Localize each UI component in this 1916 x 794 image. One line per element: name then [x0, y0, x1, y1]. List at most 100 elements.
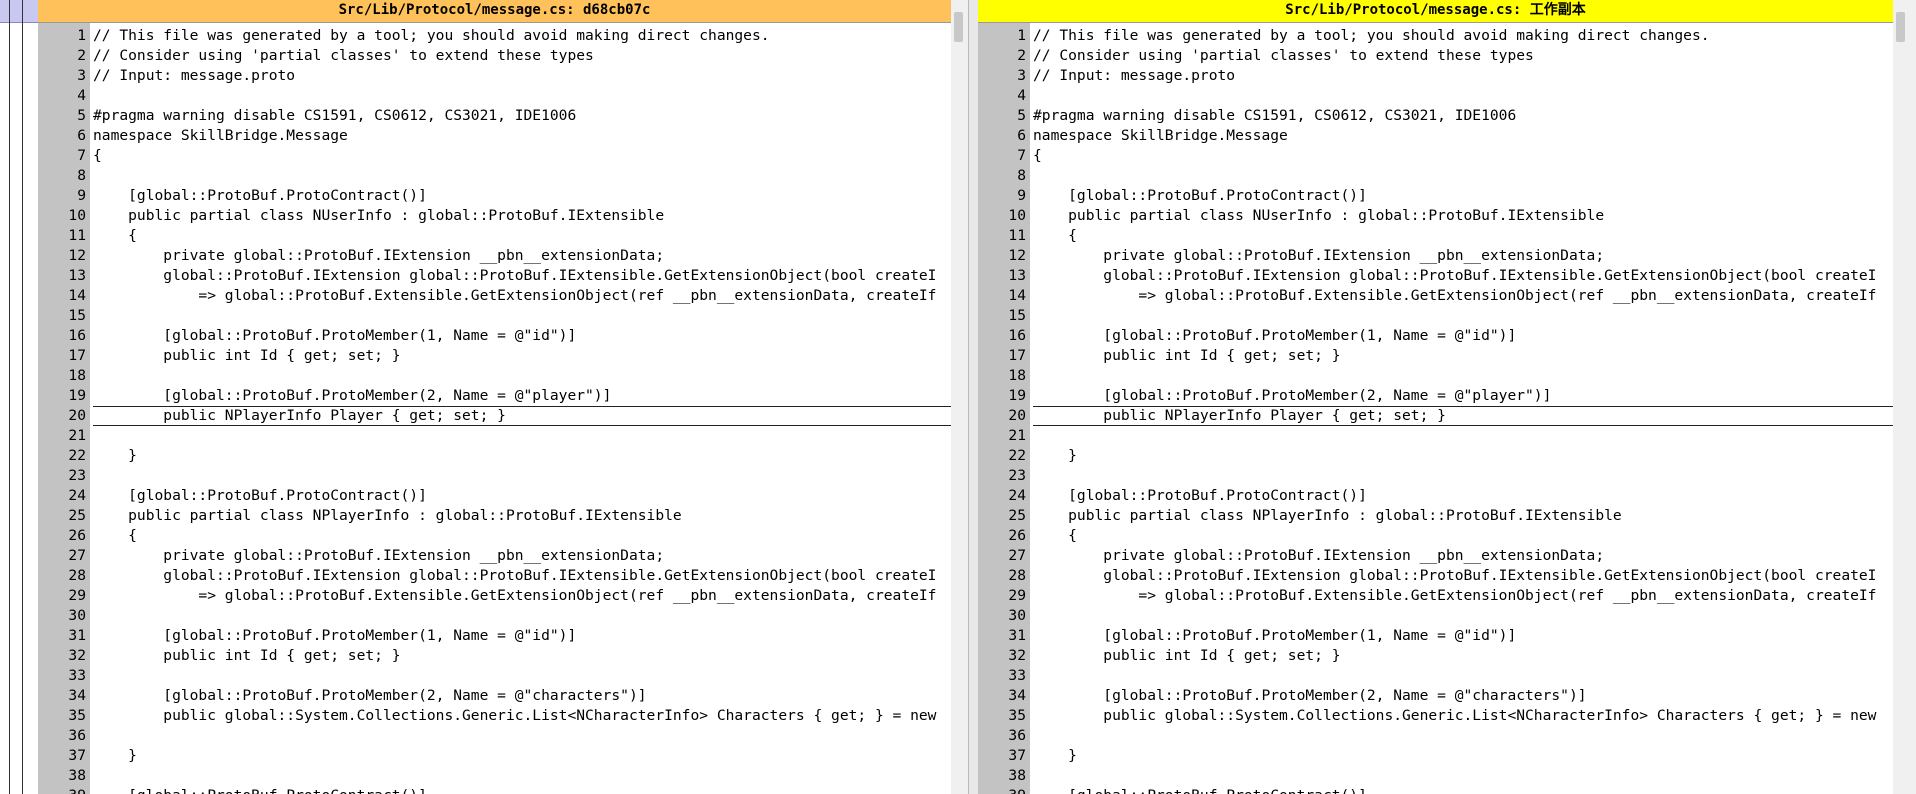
code-line[interactable]: 29 => global::ProtoBuf.Extensible.GetExt… [978, 586, 1893, 606]
code-line[interactable]: 12 private global::ProtoBuf.IExtension _… [38, 246, 951, 266]
code-line[interactable]: 13 global::ProtoBuf.IExtension global::P… [978, 266, 1893, 286]
code-line[interactable]: 2 // Consider using 'partial classes' to … [978, 46, 1893, 66]
diff-pane-working-copy[interactable]: Src/Lib/Protocol/message.cs: 工作副本 1 // Th… [978, 0, 1893, 794]
line-text[interactable]: } [1033, 446, 1077, 466]
line-text[interactable]: global::ProtoBuf.IExtension global::Prot… [1033, 566, 1876, 586]
line-text[interactable]: [global::ProtoBuf.ProtoContract()] [1033, 186, 1367, 206]
code-line[interactable]: 17 public int Id { get; set; } [38, 346, 951, 366]
code-line[interactable]: 34 [global::ProtoBuf.ProtoMember(2, Name… [978, 686, 1893, 706]
line-text[interactable]: [global::ProtoBuf.ProtoMember(1, Name = … [1033, 626, 1516, 646]
code-line[interactable]: 16 [global::ProtoBuf.ProtoMember(1, Name… [978, 326, 1893, 346]
code-line[interactable]: 35 public global::System.Collections.Gen… [38, 706, 951, 726]
code-line[interactable]: 25 public partial class NPlayerInfo : gl… [38, 506, 951, 526]
code-line[interactable]: 39 [global::ProtoBuf.ProtoContract()] [978, 786, 1893, 794]
line-text[interactable]: => global::ProtoBuf.Extensible.GetExtens… [93, 286, 936, 306]
code-line[interactable]: 1 // This file was generated by a tool; y… [38, 26, 951, 46]
code-line[interactable]: 32 public int Id { get; set; } [38, 646, 951, 666]
line-text[interactable]: public int Id { get; set; } [93, 346, 400, 366]
code-line[interactable]: 3 // Input: message.proto [978, 66, 1893, 86]
line-text[interactable]: private global::ProtoBuf.IExtension __pb… [1033, 546, 1604, 566]
line-text[interactable]: public partial class NPlayerInfo : globa… [1033, 506, 1622, 526]
code-line[interactable]: 8 [978, 166, 1893, 186]
code-line[interactable]: 29 => global::ProtoBuf.Extensible.GetExt… [38, 586, 951, 606]
line-text[interactable]: public partial class NUserInfo : global:… [93, 206, 664, 226]
line-text[interactable]: public int Id { get; set; } [1033, 646, 1340, 666]
code-line[interactable]: 15 [38, 306, 951, 326]
code-line[interactable]: 11 { [38, 226, 951, 246]
code-line[interactable]: 28 global::ProtoBuf.IExtension global::P… [978, 566, 1893, 586]
code-line[interactable]: 21 [978, 426, 1893, 446]
code-line[interactable]: 33 [978, 666, 1893, 686]
line-text[interactable]: [global::ProtoBuf.ProtoMember(2, Name = … [1033, 686, 1586, 706]
code-line[interactable]: 17 public int Id { get; set; } [978, 346, 1893, 366]
line-text[interactable]: { [1033, 146, 1042, 166]
code-line[interactable]: 32 public int Id { get; set; } [978, 646, 1893, 666]
line-text[interactable]: [global::ProtoBuf.ProtoContract()] [93, 186, 427, 206]
code-line[interactable]: 9 [global::ProtoBuf.ProtoContract()] [38, 186, 951, 206]
code-line[interactable]: 33 [38, 666, 951, 686]
line-text[interactable]: public int Id { get; set; } [1033, 346, 1340, 366]
code-line[interactable]: 38 [38, 766, 951, 786]
code-line[interactable]: 14 => global::ProtoBuf.Extensible.GetExt… [978, 286, 1893, 306]
line-text[interactable]: namespace SkillBridge.Message [93, 126, 348, 146]
vertical-scrollbar-working-copy[interactable] [1893, 0, 1916, 794]
code-line[interactable]: 16 [global::ProtoBuf.ProtoMember(1, Name… [38, 326, 951, 346]
line-text[interactable]: public int Id { get; set; } [93, 646, 400, 666]
vertical-scrollbar-base[interactable] [951, 0, 968, 794]
line-text[interactable]: public global::System.Collections.Generi… [93, 706, 936, 726]
line-text[interactable]: #pragma warning disable CS1591, CS0612, … [93, 106, 576, 126]
code-line[interactable]: 18 [978, 366, 1893, 386]
line-text[interactable]: global::ProtoBuf.IExtension global::Prot… [1033, 266, 1876, 286]
code-line[interactable]: 37 } [978, 746, 1893, 766]
line-text[interactable]: public NPlayerInfo Player { get; set; } [1033, 406, 1893, 426]
line-text[interactable]: [global::ProtoBuf.ProtoMember(2, Name = … [93, 386, 611, 406]
code-line[interactable]: 5 #pragma warning disable CS1591, CS0612,… [978, 106, 1893, 126]
line-text[interactable]: global::ProtoBuf.IExtension global::Prot… [93, 566, 936, 586]
code-line[interactable]: 30 [38, 606, 951, 626]
line-text[interactable]: // Consider using 'partial classes' to e… [1033, 46, 1534, 66]
line-text[interactable]: [global::ProtoBuf.ProtoContract()] [93, 786, 427, 794]
code-line[interactable]: 24 [global::ProtoBuf.ProtoContract()] [38, 486, 951, 506]
line-text[interactable]: [global::ProtoBuf.ProtoMember(2, Name = … [93, 686, 646, 706]
code-line[interactable]: 37 } [38, 746, 951, 766]
code-line[interactable]: 6 namespace SkillBridge.Message [38, 126, 951, 146]
code-line[interactable]: 11 { [978, 226, 1893, 246]
code-line[interactable]: 5 #pragma warning disable CS1591, CS0612,… [38, 106, 951, 126]
line-text[interactable]: public partial class NUserInfo : global:… [1033, 206, 1604, 226]
code-line[interactable]: 3 // Input: message.proto [38, 66, 951, 86]
code-line[interactable]: 19 [global::ProtoBuf.ProtoMember(2, Name… [38, 386, 951, 406]
code-line[interactable]: 15 [978, 306, 1893, 326]
code-line[interactable]: 36 [38, 726, 951, 746]
code-line[interactable]: 9 [global::ProtoBuf.ProtoContract()] [978, 186, 1893, 206]
line-text[interactable]: [global::ProtoBuf.ProtoContract()] [1033, 486, 1367, 506]
diff-pane-base[interactable]: Src/Lib/Protocol/message.cs: d68cb07c 1 /… [38, 0, 951, 794]
line-text[interactable]: [global::ProtoBuf.ProtoMember(1, Name = … [93, 626, 576, 646]
line-text[interactable]: => global::ProtoBuf.Extensible.GetExtens… [1033, 586, 1876, 606]
scrollbar-thumb[interactable] [954, 12, 963, 42]
code-line[interactable]: 25 public partial class NPlayerInfo : gl… [978, 506, 1893, 526]
code-line[interactable]: 19 [global::ProtoBuf.ProtoMember(2, Name… [978, 386, 1893, 406]
code-line[interactable]: 7{ [38, 146, 951, 166]
line-text[interactable]: } [1033, 746, 1077, 766]
code-line[interactable]: 28 global::ProtoBuf.IExtension global::P… [38, 566, 951, 586]
line-text[interactable]: [global::ProtoBuf.ProtoMember(2, Name = … [1033, 386, 1551, 406]
code-line[interactable]: 38 [978, 766, 1893, 786]
code-line[interactable]: 2 // Consider using 'partial classes' to … [38, 46, 951, 66]
line-text[interactable]: private global::ProtoBuf.IExtension __pb… [93, 246, 664, 266]
code-line[interactable]: 36 [978, 726, 1893, 746]
code-line[interactable]: 22 } [38, 446, 951, 466]
code-line[interactable]: 27 private global::ProtoBuf.IExtension _… [978, 546, 1893, 566]
code-line[interactable]: 24 [global::ProtoBuf.ProtoContract()] [978, 486, 1893, 506]
code-line[interactable]: 8 [38, 166, 951, 186]
code-line[interactable]: 12 private global::ProtoBuf.IExtension _… [978, 246, 1893, 266]
line-text[interactable]: namespace SkillBridge.Message [1033, 126, 1288, 146]
code-line[interactable]: 39 [global::ProtoBuf.ProtoContract()] [38, 786, 951, 794]
line-text[interactable]: { [1033, 526, 1077, 546]
code-line[interactable]: 26 { [38, 526, 951, 546]
code-line[interactable]: 22 } [978, 446, 1893, 466]
line-text[interactable]: // Consider using 'partial classes' to e… [93, 46, 594, 66]
code-line[interactable]: 20 public NPlayerInfo Player { get; set;… [38, 406, 951, 426]
line-text[interactable]: #pragma warning disable CS1591, CS0612, … [1033, 106, 1516, 126]
code-line[interactable]: 10 public partial class NUserInfo : glob… [38, 206, 951, 226]
line-text[interactable]: private global::ProtoBuf.IExtension __pb… [93, 546, 664, 566]
